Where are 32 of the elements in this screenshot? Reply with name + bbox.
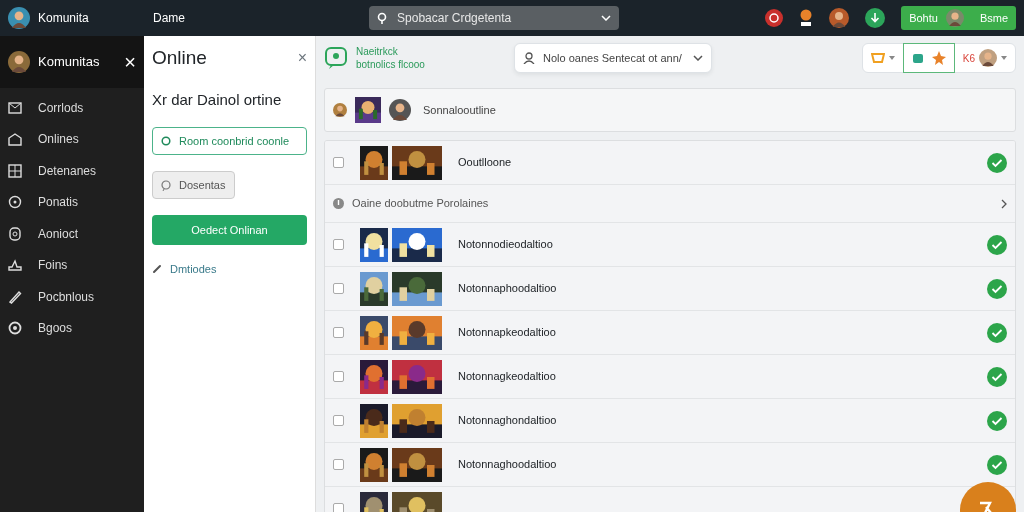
panel-title: Online [152,46,207,70]
item-name: Notonnapkeodaltioo [458,325,557,341]
close-button[interactable]: × [124,47,136,77]
sidebar-item[interactable]: Detenanes [0,155,144,187]
sidebar-item[interactable]: Pocbnlous [0,281,144,313]
item-name: Notonnagkeodaltioo [458,369,557,385]
item-name: Notonnaghondaltioo [458,413,558,429]
sidebar-item[interactable]: Foins [0,249,144,281]
summary-text: Sonnalooutline [423,102,496,118]
search-field[interactable]: Spobacar Crdgetenta [369,6,620,30]
item-name: Notonnodieodaltioo [458,237,554,253]
badge-text: K6 [962,51,975,66]
header-text: Naeitrkck [356,45,399,58]
sidebar-item[interactable]: Onlines [0,123,144,155]
action-button[interactable]: Dosentas [152,171,235,199]
sidebar-item[interactable]: Ponatis [0,186,144,218]
sidebar-title: Komunitas [38,53,101,72]
close-button[interactable]: × [297,46,307,71]
filter-dropdown[interactable]: Nolo oanes Sentecat ot ann/ [514,43,712,73]
item-name: Ooutlloone [458,155,513,171]
item-name: Notonnaghoodaltioo [458,457,558,473]
menu-link[interactable]: Dame [153,9,223,27]
item-name: Notonnaphoodaltioo [458,281,558,297]
sidebar-item[interactable]: Bgoos [0,312,144,344]
link[interactable]: Dmtiodes [170,261,217,278]
header-text: botnolics flcooo [356,58,426,71]
sidebar-item[interactable]: Corrlods [0,92,144,124]
sidebar-item[interactable]: Aonioct [0,218,144,250]
panel-heading: Xr dar Dainol ortine [152,89,283,110]
brand-name: Komunita [38,10,90,27]
action-button[interactable]: Room coonbrid coonle [152,127,307,155]
notice-text: Oaine doobutme Porolaines [352,196,490,212]
